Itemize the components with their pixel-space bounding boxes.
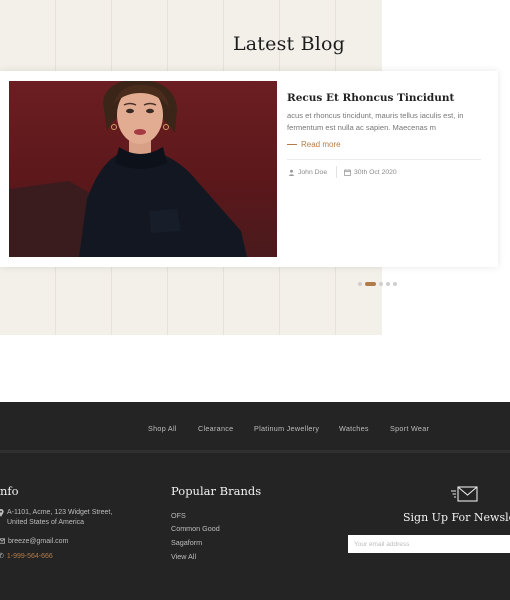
- info-address-line1: A-1101, Acme, 123 Widget Street,: [7, 509, 113, 516]
- info-email-text[interactable]: breeze@gmail.com: [8, 537, 68, 547]
- read-more-label: Read more: [301, 140, 341, 149]
- post-author: John Doe: [288, 169, 327, 176]
- info-address: A-1101, Acme, 123 Widget Street, United …: [0, 508, 112, 528]
- info-phone: ✆ 1-999-564-666: [0, 552, 53, 562]
- post-date-text: 30th Oct 2020: [354, 169, 397, 176]
- footer-nav-sport-wear[interactable]: Sport Wear: [390, 424, 429, 433]
- footer-nav-watches[interactable]: Watches: [339, 424, 369, 433]
- newsletter-email-input[interactable]: [348, 535, 510, 553]
- carousel-dot[interactable]: [365, 282, 376, 286]
- brand-link-ofs[interactable]: OFS: [171, 511, 186, 520]
- footer-nav: Shop All Clearance Platinum Jewellery Wa…: [0, 402, 510, 453]
- user-icon: [288, 169, 295, 176]
- read-more-link[interactable]: Read more: [287, 140, 341, 149]
- post-date: 30th Oct 2020: [344, 169, 397, 176]
- dash-icon: [287, 144, 297, 145]
- popular-brands-heading: Popular Brands: [171, 484, 262, 498]
- blog-post-excerpt: acus et rhoncus tincidunt, mauris tellus…: [287, 111, 464, 132]
- footer: Shop All Clearance Platinum Jewellery Wa…: [0, 402, 510, 600]
- newsletter-heading: Sign Up For Newslet: [403, 511, 510, 524]
- location-pin-icon: [0, 509, 4, 517]
- carousel-dots: [358, 282, 400, 286]
- brand-link-common-good[interactable]: Common Good: [171, 524, 220, 533]
- carousel-dot[interactable]: [386, 282, 390, 286]
- mail-icon: [0, 538, 5, 544]
- carousel-dot[interactable]: [358, 282, 362, 286]
- post-author-name: John Doe: [298, 169, 328, 176]
- info-address-line2: United States of America: [7, 519, 85, 526]
- carousel-dot[interactable]: [393, 282, 397, 286]
- blog-post-title[interactable]: Recus Et Rhoncus Tincidunt: [287, 92, 454, 104]
- phone-icon: ✆: [0, 553, 4, 560]
- carousel-dot[interactable]: [379, 282, 383, 286]
- meta-divider: [287, 159, 481, 160]
- info-heading: nfo: [0, 484, 19, 498]
- info-email: breeze@gmail.com: [0, 537, 68, 547]
- section-title: Latest Blog: [232, 33, 346, 55]
- footer-nav-clearance[interactable]: Clearance: [198, 424, 233, 433]
- calendar-icon: [344, 169, 351, 176]
- blog-post-image[interactable]: [9, 81, 277, 257]
- newsletter-envelope-icon: [451, 486, 478, 502]
- brand-link-sagaform[interactable]: Sagaform: [171, 538, 202, 547]
- blog-card: Recus Et Rhoncus Tincidunt acus et rhonc…: [0, 71, 498, 267]
- footer-nav-shop-all[interactable]: Shop All: [148, 424, 177, 433]
- footer-nav-platinum-jewellery[interactable]: Platinum Jewellery: [254, 424, 319, 433]
- meta-separator: [336, 166, 337, 178]
- info-phone-text[interactable]: 1-999-564-666: [7, 552, 53, 562]
- brand-link-view-all[interactable]: View All: [171, 552, 196, 561]
